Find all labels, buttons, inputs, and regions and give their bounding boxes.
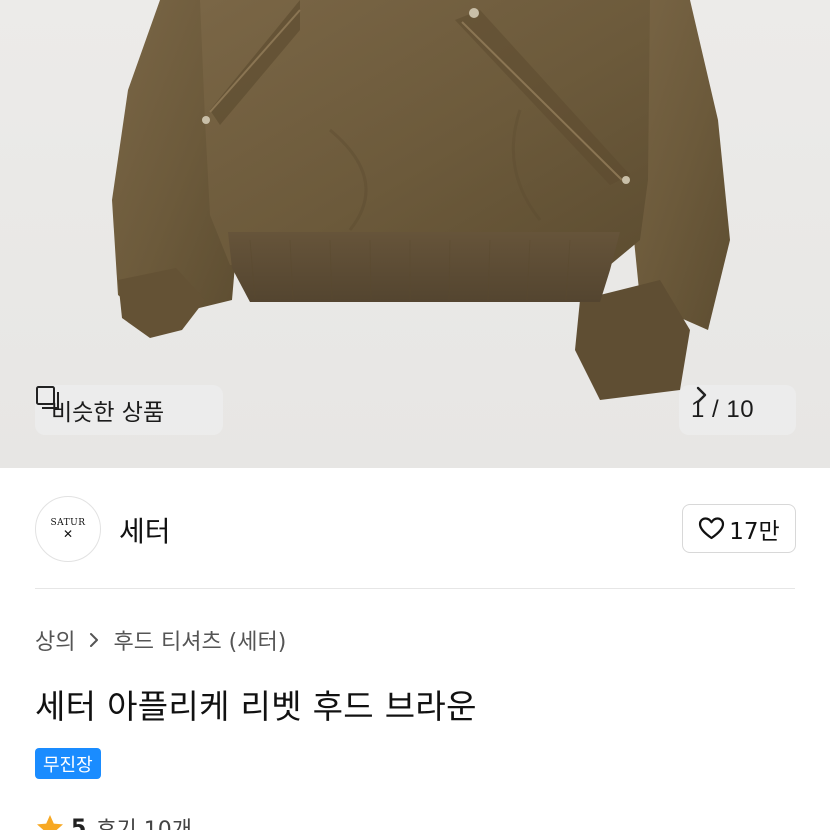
review-count[interactable]: 후기 10개 [96, 812, 192, 830]
like-count: 17만 [729, 518, 780, 545]
breadcrumb-category[interactable]: 상의 [35, 624, 75, 656]
seller-name[interactable]: 세터 [119, 510, 171, 550]
heart-icon [699, 517, 725, 540]
product-rating[interactable]: 5 후기 10개 [35, 812, 192, 830]
breadcrumb: 상의 후드 티셔츠 (세터) [35, 624, 286, 656]
breadcrumb-chevron-icon [90, 633, 99, 647]
breadcrumb-subcategory[interactable]: 후드 티셔츠 (세터) [113, 624, 286, 656]
similar-items-icon [36, 386, 59, 409]
product-image-gallery[interactable]: 비슷한 상품 1 / 10 [0, 0, 830, 468]
similar-items-label: 비슷한 상품 [51, 400, 165, 426]
similar-items-button[interactable]: 비슷한 상품 [35, 385, 223, 435]
rating-score: 5 [71, 815, 87, 830]
star-icon [37, 815, 63, 830]
product-title: 세터 아플리케 리벳 후드 브라운 [35, 687, 477, 726]
chevron-right-icon [696, 386, 707, 404]
seller-avatar[interactable]: SATUR ✕ [35, 496, 101, 562]
section-divider [35, 588, 795, 589]
like-button[interactable]: 17만 [682, 504, 796, 553]
seller-logo-mark-icon: ✕ [62, 527, 74, 541]
image-page-indicator[interactable]: 1 / 10 [679, 385, 796, 435]
delivery-badge: 무진장 [35, 748, 101, 779]
